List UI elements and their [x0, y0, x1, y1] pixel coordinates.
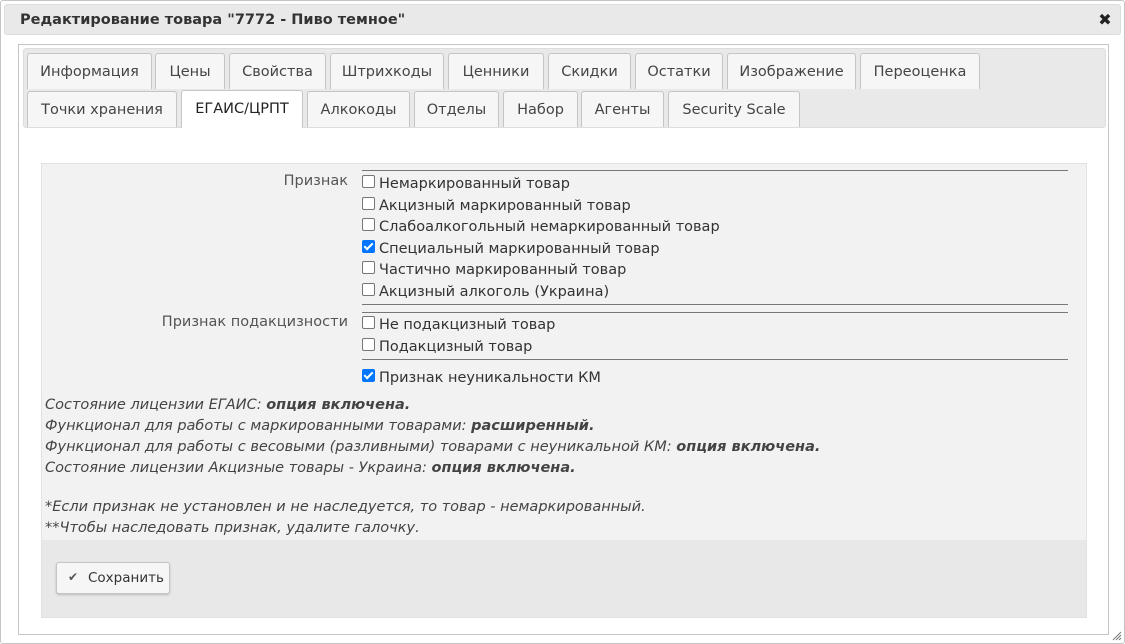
egais-panel: Признак Немаркированный товар Акцизный м… — [41, 163, 1087, 618]
note-line: *Если признак не установлен и не наследу… — [45, 499, 646, 515]
checkbox[interactable] — [362, 218, 375, 231]
edit-product-dialog: Редактирование товара "7772 - Пиво темно… — [0, 0, 1125, 644]
priznak-option[interactable]: Акцизный маркированный товар — [362, 196, 1068, 218]
tab-storage-points[interactable]: Точки хранения — [27, 91, 177, 127]
priznak-option[interactable]: Акцизный алкоголь (Украина) — [362, 282, 1068, 304]
divider — [362, 359, 1068, 360]
save-button[interactable]: ✔ Сохранить — [56, 562, 170, 594]
dialog-content: Информация Цены Свойства Штрихкоды Ценни… — [18, 44, 1109, 635]
tab-agents[interactable]: Агенты — [581, 91, 664, 127]
checkbox[interactable] — [362, 316, 375, 329]
divider — [362, 304, 1068, 305]
tab-bar: Информация Цены Свойства Штрихкоды Ценни… — [23, 48, 1106, 128]
priznak-option[interactable]: Специальный маркированный товар — [362, 239, 1068, 261]
tab-image[interactable]: Изображение — [727, 53, 856, 89]
info-line: Состояние лицензии ЕГАИС: опция включена… — [45, 397, 411, 413]
info-line: Функционал для работы с маркированными т… — [45, 418, 595, 434]
nonunique-group: Признак неуникальности КМ — [362, 368, 1068, 390]
priznak-label: Признак — [283, 173, 348, 189]
tab-stock[interactable]: Остатки — [635, 53, 723, 89]
checkbox[interactable] — [362, 196, 375, 210]
close-icon[interactable]: ✖ — [1096, 11, 1114, 29]
tab-alcocodes[interactable]: Алкокоды — [307, 91, 410, 127]
tab-properties[interactable]: Свойства — [229, 53, 326, 89]
info-line: Состояние лицензии Акцизные товары - Укр… — [45, 460, 576, 476]
tab-prices[interactable]: Цены — [155, 53, 225, 89]
nonunique-option[interactable]: Признак неуникальности КМ — [362, 368, 1068, 390]
tab-discounts[interactable]: Скидки — [548, 53, 631, 89]
tab-egais-crpt[interactable]: ЕГАИС/ЦРПТ — [181, 90, 303, 128]
tab-set[interactable]: Набор — [503, 91, 578, 127]
checkmark-icon: ✔ — [68, 570, 79, 584]
checkbox[interactable] — [362, 337, 375, 351]
note-line: **Чтобы наследовать признак, удалите гал… — [45, 520, 420, 536]
info-line: Функционал для работы с весовыми (разлив… — [45, 439, 821, 455]
tab-price-tags[interactable]: Ценники — [448, 53, 544, 89]
tab-barcodes[interactable]: Штрихкоды — [330, 53, 444, 89]
checkbox-checked[interactable] — [362, 369, 375, 382]
podakciz-group: Не подакцизный товар Подакцизный товар — [362, 312, 1068, 360]
priznak-option[interactable]: Слабоалкогольный немаркированный товар — [362, 217, 1068, 239]
resize-handle-icon[interactable] — [1112, 631, 1122, 641]
checkbox[interactable] — [362, 261, 375, 274]
podakciz-label: Признак подакцизности — [161, 314, 348, 330]
tab-revaluation[interactable]: Переоценка — [860, 53, 980, 89]
tab-security-scale[interactable]: Security Scale — [668, 91, 800, 127]
podakciz-option[interactable]: Не подакцизный товар — [362, 315, 1068, 337]
podakciz-option[interactable]: Подакцизный товар — [362, 337, 1068, 359]
priznak-group: Немаркированный товар Акцизный маркирова… — [362, 170, 1068, 305]
checkbox[interactable] — [362, 282, 375, 296]
dialog-titlebar[interactable]: Редактирование товара "7772 - Пиво темно… — [4, 4, 1121, 35]
tab-departments[interactable]: Отделы — [414, 91, 499, 127]
priznak-option[interactable]: Частично маркированный товар — [362, 260, 1068, 282]
priznak-option[interactable]: Немаркированный товар — [362, 174, 1068, 196]
dialog-title: Редактирование товара "7772 - Пиво темно… — [20, 12, 406, 28]
panel-footer: ✔ Сохранить — [42, 540, 1086, 617]
checkbox[interactable] — [362, 175, 375, 188]
checkbox-checked[interactable] — [362, 239, 375, 253]
tab-information[interactable]: Информация — [27, 53, 152, 89]
